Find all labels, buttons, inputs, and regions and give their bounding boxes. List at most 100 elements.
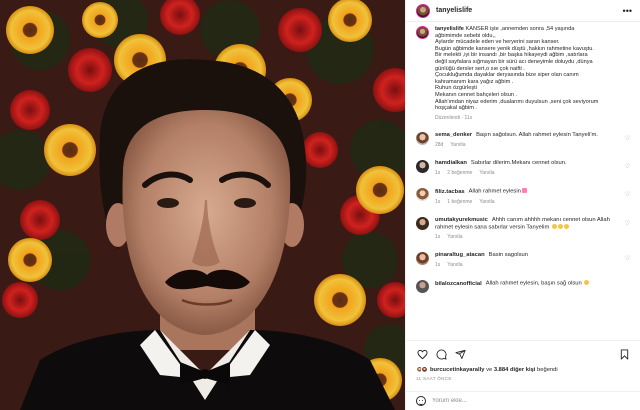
comment-time: 1s (435, 170, 441, 177)
caption-line: hoşçakal ağbim . (435, 105, 477, 112)
comment-button[interactable] (435, 348, 447, 360)
comment-meta: 1s Yanıtla (435, 234, 625, 241)
caption-line: değil sayfalara sığmayan bir sürü acı de… (435, 58, 593, 65)
comment-likes[interactable]: 2 beğenme (447, 170, 472, 177)
heart-icon[interactable]: ♡ (625, 135, 630, 142)
heart-icon[interactable]: ♡ (625, 163, 630, 170)
caption-line: Bir melekti ,iyi bir insandı ,bir başka … (435, 52, 588, 59)
caption-line: ağbimimde sebebi oldu,, (435, 32, 496, 39)
caption-meta: Düzenlendi · 11s (435, 114, 473, 121)
heart-icon[interactable]: ♡ (625, 220, 630, 227)
comment-item: hamdialkan Sabırlar dilerim.Mekanı cennet… (416, 160, 630, 177)
comment-text: Basin sagolsun (488, 252, 528, 259)
author-avatar[interactable] (416, 3, 430, 18)
liker-avatar (421, 366, 428, 373)
comment-text: Allah rahmet eylesin (468, 188, 521, 195)
comment-body: umutakyurekmusic Ahhh canım ahhhh mekanı … (435, 217, 625, 242)
share-icon (454, 349, 466, 359)
comment-meta: 1s 1 beğenme Yanıtla (435, 199, 625, 206)
caption-line: Allah'ımdan niyaz ederim ,dualarımı duyu… (435, 98, 599, 105)
likes-others[interactable]: 3.884 diğer kişi (494, 367, 536, 373)
caption-line: Aylardır mücadele eden ve heryerini sara… (435, 39, 560, 46)
post-side-panel: tanyelislife ••• tanyelislife KANSER işt… (405, 0, 640, 410)
comment-item: sema_denker Başın sağolsun. Allah rahmet … (416, 132, 630, 149)
save-button[interactable] (618, 348, 630, 360)
comment-icon (435, 348, 447, 360)
post-caption: tanyelislife KANSER işte ,annemden sonra… (416, 26, 630, 121)
commenter-avatar[interactable] (416, 188, 429, 202)
likes-user[interactable]: burcucetinkayarally (430, 367, 484, 373)
comment-body: sema_denker Başın sağolsun. Allah rahmet … (435, 132, 625, 149)
comment-username[interactable]: bilalozcanofficial (435, 281, 482, 287)
comment-item: filiz.tacbas Allah rahmet eylesin 1s 1 be… (416, 188, 630, 206)
likes-suffix: beğendi (537, 366, 558, 373)
post-actions: burcucetinkayarally ve 3.884 diğer kişi … (406, 340, 640, 381)
comment-username[interactable]: sema_denker (435, 132, 472, 138)
caption-line: Çocukluğumda dayaklar deryasında bize si… (435, 72, 579, 79)
comment-meta: 1s Yanıtla (435, 262, 625, 269)
comment-item: umutakyurekmusic Ahhh canım ahhhh mekanı … (416, 216, 630, 242)
reply-button[interactable]: Yanıtla (447, 234, 462, 241)
action-bar (416, 348, 630, 360)
comment-input[interactable] (432, 398, 630, 404)
caption-line: tanyelislife KANSER işte ,annemden sonra… (435, 26, 575, 32)
comment-meta: 28d Yanıtla (435, 142, 625, 149)
heart-icon (416, 349, 428, 359)
crying-face-emoji-icon (557, 223, 563, 229)
caption-line: kahramanım kara yağız ağbim . (435, 78, 514, 85)
comment-text: Başın sağolsun. Allah rahmet eylesin Tan… (476, 132, 598, 139)
comment-body: hamdialkan Sabırlar dilerim.Mekanı cennet… (435, 160, 625, 177)
comment-meta: 1s 2 beğenme Yanıtla (435, 170, 625, 177)
share-button[interactable] (454, 348, 466, 360)
flower-emoji-icon (522, 188, 528, 194)
bookmark-icon (620, 348, 628, 360)
caption-avatar[interactable] (416, 26, 429, 39)
comment-item: bilalozcanofficial Allah rahmet eylesin, … (416, 280, 630, 294)
reply-button[interactable]: Yanıtla (447, 262, 462, 269)
comment-time: 1s (435, 198, 441, 205)
post-timestamp: 11 SAAT ÖNCE (416, 376, 452, 381)
comment-likes[interactable]: 1 beğenme (447, 199, 472, 206)
reply-button[interactable]: Yanıtla (479, 199, 494, 206)
comment-time: 28d (435, 142, 444, 149)
comment-text: Allah rahmet eylesin, başın sağ olsun (485, 280, 582, 287)
caption-line: Ruhun özgürleşti (435, 85, 477, 92)
portrait-image (0, 0, 405, 410)
likes-connector: ve (486, 366, 493, 373)
add-comment-bar (406, 391, 640, 410)
caption-username[interactable]: tanyelislife (435, 26, 464, 32)
caption-text: tanyelislife KANSER işte ,annemden sonra… (435, 26, 619, 121)
comments-list[interactable]: tanyelislife KANSER işte ,annemden sonra… (406, 22, 640, 340)
reply-button[interactable]: Yanıtla (450, 142, 465, 149)
more-horizontal-icon[interactable]: ••• (623, 6, 632, 16)
commenter-avatar[interactable] (416, 132, 429, 146)
author-username[interactable]: tanyelislife (436, 7, 472, 14)
post-photo[interactable] (0, 0, 405, 410)
crying-face-emoji-icon (563, 223, 569, 229)
caption-line: Bugün ağbimde kansere yenik düştü ,hakkı… (435, 45, 594, 52)
crying-face-emoji-icon (551, 223, 557, 229)
smiley-icon[interactable] (416, 396, 426, 406)
heart-icon[interactable]: ♡ (625, 191, 630, 198)
commenter-avatar[interactable] (416, 160, 429, 174)
caption-line: Mekanın cennet bahçeleri olsun . (435, 91, 518, 98)
comment-body: bilalozcanofficial Allah rahmet eylesin, … (435, 280, 625, 288)
sad-face-emoji-icon (584, 280, 590, 286)
comment-time: 1s (435, 234, 441, 241)
comment-username[interactable]: umutakyurekmusic (435, 217, 488, 223)
caption-line: günlüğü dersler sert,o sıe çok naifti . (435, 65, 525, 72)
likes-avatars (416, 366, 428, 373)
commenter-avatar[interactable] (416, 216, 429, 230)
reply-button[interactable]: Yanıtla (479, 170, 494, 177)
comment-username[interactable]: hamdialkan (435, 160, 467, 166)
like-button[interactable] (416, 348, 428, 360)
comment-username[interactable]: filiz.tacbas (435, 189, 465, 195)
likes-summary[interactable]: burcucetinkayarally ve 3.884 diğer kişi … (416, 366, 630, 373)
commenter-avatar[interactable] (416, 252, 429, 266)
comment-username[interactable]: pinaraltug_atacan (435, 252, 485, 258)
heart-icon[interactable]: ♡ (625, 255, 630, 262)
comment-body: filiz.tacbas Allah rahmet eylesin 1s 1 be… (435, 188, 625, 206)
commenter-avatar[interactable] (416, 280, 429, 294)
comment-item: pinaraltug_atacan Basin sagolsun 1s Yanıt… (416, 252, 630, 269)
comment-time: 1s (435, 262, 441, 269)
